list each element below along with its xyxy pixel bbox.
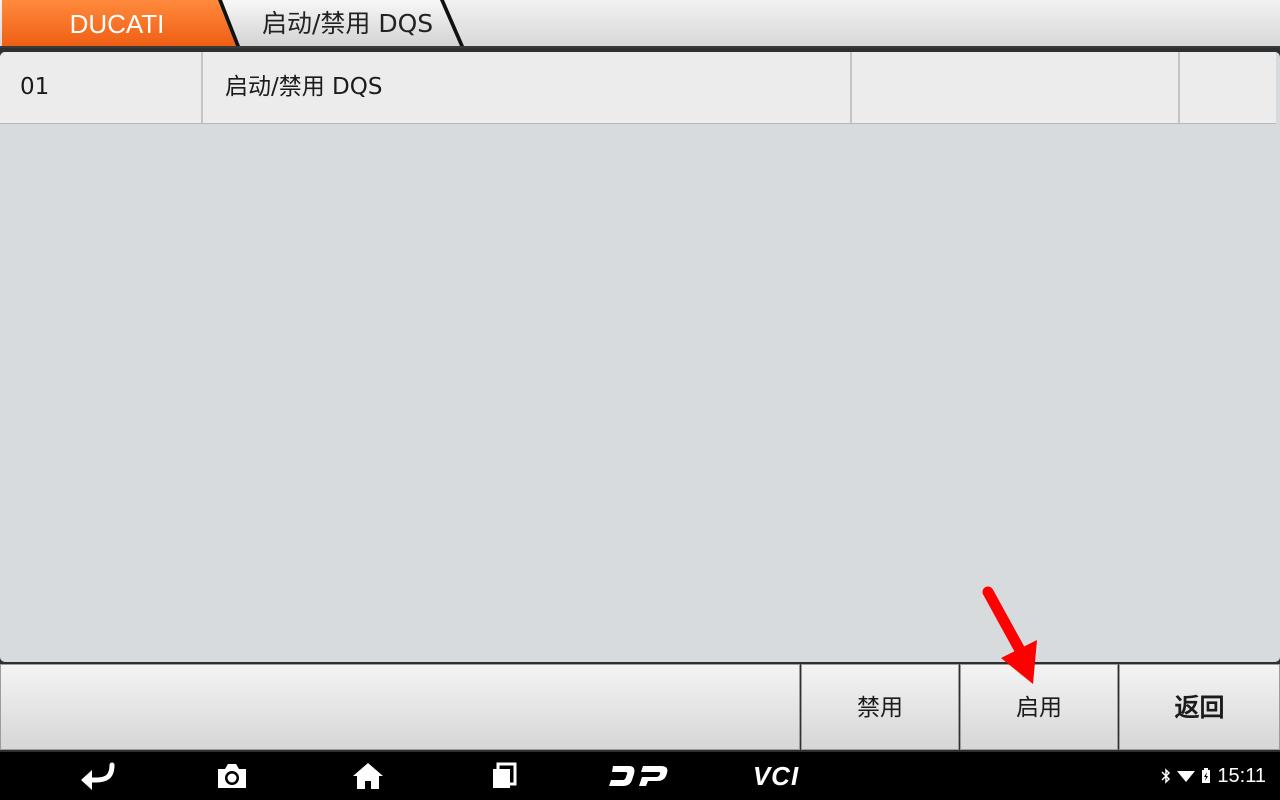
back-icon[interactable]: [76, 752, 120, 800]
content-panel: 01 启动/禁用 DQS: [0, 52, 1280, 662]
system-nav-bar: VCI 15:11: [0, 752, 1280, 800]
action-bar: 禁用 启用 返回: [0, 664, 1280, 752]
table-row[interactable]: 01 启动/禁用 DQS: [0, 52, 1276, 124]
breadcrumb-current[interactable]: 启动/禁用 DQS: [262, 0, 433, 46]
row-number-cell: 01: [0, 52, 203, 123]
row-name-cell: 启动/禁用 DQS: [203, 52, 852, 123]
home-icon[interactable]: [347, 752, 389, 800]
clock-time: 15:11: [1217, 764, 1266, 787]
row-value-cell: [852, 52, 1180, 123]
battery-charging-icon: [1202, 768, 1211, 783]
recent-apps-icon[interactable]: [486, 752, 522, 800]
vci-icon[interactable]: VCI: [741, 752, 811, 800]
breadcrumb-brand[interactable]: DUCATI: [2, 0, 232, 46]
disable-button[interactable]: 禁用: [801, 664, 959, 750]
action-bar-spacer: [0, 664, 800, 750]
back-button[interactable]: 返回: [1119, 664, 1280, 750]
vci-label: VCI: [752, 760, 800, 791]
breadcrumb: DUCATI 启动/禁用 DQS: [0, 0, 1280, 48]
dp-logo-icon[interactable]: [606, 752, 672, 800]
annotation-arrow-icon: [982, 586, 1037, 684]
camera-icon[interactable]: [212, 752, 252, 800]
row-unit-cell: [1180, 52, 1276, 123]
bluetooth-icon: [1161, 768, 1171, 784]
status-area: 15:11: [1161, 752, 1266, 800]
wifi-icon: [1177, 771, 1196, 782]
